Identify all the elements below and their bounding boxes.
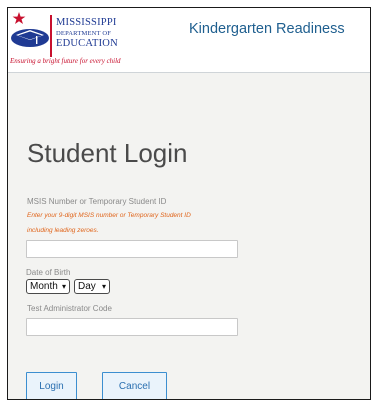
logo-text-mississippi: MISSISSIPPI <box>56 17 117 28</box>
app-title: Kindergarten Readiness <box>189 21 345 37</box>
logo-divider <box>50 15 52 57</box>
msis-label: MSIS Number or Temporary Student ID <box>27 197 167 206</box>
login-button[interactable]: Login <box>26 372 77 399</box>
logo-tagline: Ensuring a bright future for every child <box>10 57 121 65</box>
day-select[interactable]: Day ▾ <box>74 279 110 294</box>
day-select-value: Day <box>78 281 96 292</box>
dob-label: Date of Birth <box>26 268 71 277</box>
header: MISSISSIPPI DEPARTMENT OF EDUCATION Ensu… <box>8 8 370 73</box>
month-select-value: Month <box>30 281 58 292</box>
msis-hint-line1: Enter your 9-digit MSIS number or Tempor… <box>27 212 191 219</box>
admin-code-label: Test Administrator Code <box>27 304 112 313</box>
month-select[interactable]: Month ▾ <box>26 279 70 294</box>
chevron-down-icon: ▾ <box>101 282 106 291</box>
page-title: Student Login <box>27 138 188 168</box>
logo-text-education: EDUCATION <box>56 38 118 49</box>
mde-logo[interactable]: MISSISSIPPI DEPARTMENT OF EDUCATION Ensu… <box>10 11 150 71</box>
cancel-button[interactable]: Cancel <box>102 372 167 399</box>
logo-text-department: DEPARTMENT OF <box>56 30 112 37</box>
msis-hint-line2: including leading zeroes. <box>27 227 99 234</box>
msis-input[interactable] <box>26 240 238 258</box>
state-star-logo-icon <box>11 12 49 47</box>
admin-code-input[interactable] <box>26 318 238 336</box>
page-frame: MISSISSIPPI DEPARTMENT OF EDUCATION Ensu… <box>7 7 371 400</box>
chevron-down-icon: ▾ <box>61 282 66 291</box>
